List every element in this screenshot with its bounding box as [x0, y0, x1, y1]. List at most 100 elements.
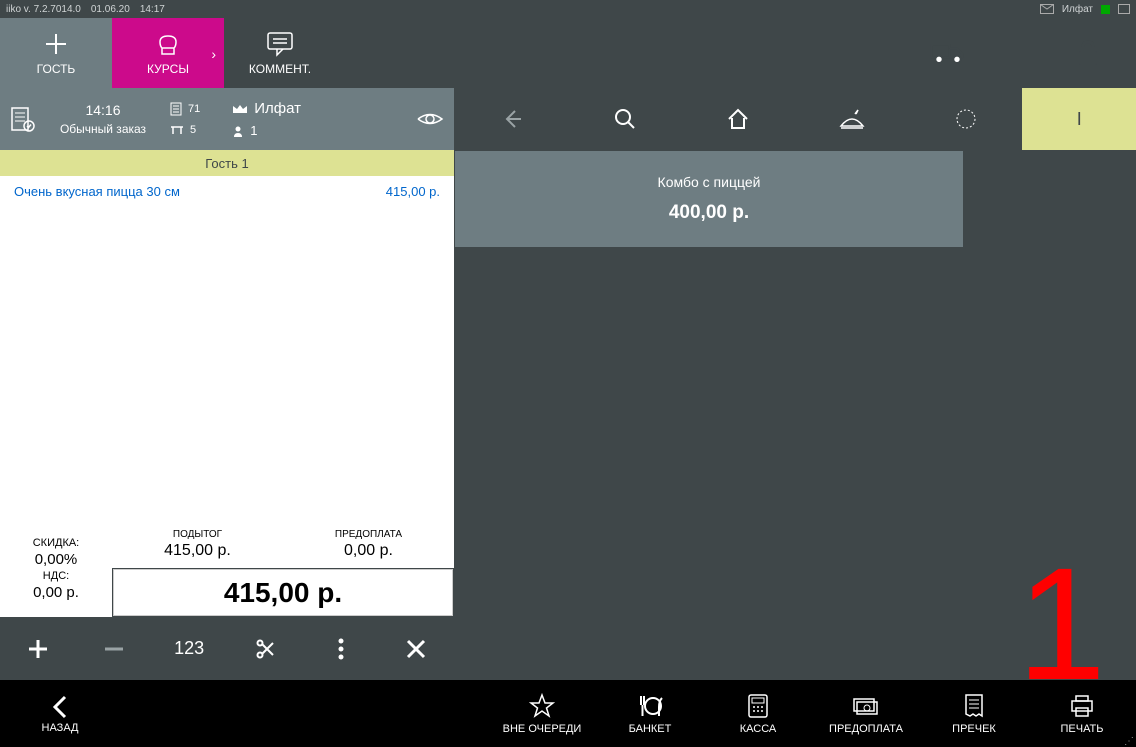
title-bar: iiko v. 7.2.7014.0 01.06.20 14:17 Илфат — [0, 0, 1136, 18]
menu-nav: I — [454, 88, 1136, 150]
nav-popular-button[interactable] — [795, 88, 909, 150]
person-icon — [232, 125, 244, 137]
order-type: Обычный заказ — [60, 122, 146, 136]
money-icon — [851, 693, 881, 719]
receipt-icon — [170, 102, 182, 116]
print-label: ПЕЧАТЬ — [1061, 723, 1104, 735]
plus-icon — [42, 30, 70, 58]
content-area: 14:16 Обычный заказ 71 5 Илфат 1 Гость 1… — [0, 88, 1136, 680]
menu-item-name: Комбо с пиццей — [658, 174, 761, 190]
subtotal-value: 415,00 р. — [164, 542, 231, 560]
order-line[interactable]: Очень вкусная пицца 30 см 415,00 р. — [0, 176, 454, 206]
guest-label: ГОСТЬ — [37, 62, 76, 76]
vat-value: 0,00 р. — [33, 584, 79, 601]
numpad-button[interactable]: 123 — [151, 617, 227, 680]
mail-icon[interactable] — [1040, 4, 1054, 14]
nav-home-button[interactable] — [681, 88, 795, 150]
guest-header[interactable]: Гость 1 — [0, 150, 454, 176]
priority-label: ВНЕ ОЧЕРЕДИ — [503, 723, 582, 735]
prepay-label: ПРЕДОПЛАТА — [829, 723, 903, 735]
receipt-number: 71 — [188, 103, 200, 115]
delivery-button[interactable] — [930, 35, 966, 71]
banquet-label: БАНКЕТ — [629, 723, 672, 735]
star-icon — [529, 693, 555, 719]
prepay-button[interactable]: ПРЕДОПЛАТА — [812, 693, 920, 735]
discount-box[interactable]: СКИДКА: 0,00% НДС: 0,00 р. — [0, 520, 112, 617]
discount-label: СКИДКА: — [33, 537, 80, 549]
nav-category-button[interactable]: I — [1022, 88, 1136, 150]
priority-button[interactable]: ВНЕ ОЧЕРЕДИ — [488, 693, 596, 735]
qty-minus-button[interactable] — [76, 617, 152, 680]
user-name: Илфат — [1062, 4, 1093, 15]
status-indicator-icon — [1101, 5, 1110, 14]
nav-search-button[interactable] — [568, 88, 682, 150]
view-button[interactable] — [416, 110, 444, 128]
comment-button[interactable]: КОММЕНТ. — [224, 18, 336, 88]
cash-button[interactable]: КАССА — [704, 693, 812, 735]
bottom-bar: НАЗАД ВНЕ ОЧЕРЕДИ БАНКЕТ КАССА ПРЕДОПЛАТ… — [0, 680, 1136, 747]
printer-icon — [1069, 693, 1095, 719]
prepay-box: ПРЕДОПЛАТА 0,00 р. — [283, 520, 454, 568]
guest-header-label: Гость 1 — [205, 156, 248, 171]
prepay-value: 0,00 р. — [344, 542, 393, 560]
courses-button[interactable]: КУРСЫ › — [112, 18, 224, 88]
app-version: iiko v. 7.2.7014.0 — [6, 4, 81, 15]
chevron-left-icon — [51, 694, 69, 720]
precheck-button[interactable]: ПРЕЧЕК — [920, 693, 1028, 735]
more-button[interactable] — [303, 617, 379, 680]
waiter-name: Илфат — [254, 100, 301, 117]
order-list-area[interactable] — [0, 206, 454, 520]
chef-hat-icon — [154, 30, 182, 58]
order-item-price: 415,00 р. — [386, 184, 440, 199]
delete-button[interactable] — [378, 617, 454, 680]
totals-panel: СКИДКА: 0,00% НДС: 0,00 р. ПОДЫТОГ 415,0… — [0, 520, 454, 617]
window-icon[interactable] — [1118, 4, 1130, 14]
grand-total: 415,00 р. — [224, 577, 342, 609]
chevron-right-icon: › — [211, 46, 216, 62]
cutlery-icon — [635, 693, 665, 719]
table-icon — [170, 124, 184, 136]
grand-total-box[interactable]: 415,00 р. — [113, 569, 453, 616]
print-button[interactable]: ПЕЧАТЬ — [1028, 693, 1136, 735]
lock-button[interactable] — [1070, 35, 1106, 71]
back-button[interactable]: НАЗАД — [0, 694, 120, 734]
crown-icon — [232, 103, 248, 115]
qty-plus-button[interactable] — [0, 617, 76, 680]
split-button[interactable] — [227, 617, 303, 680]
menu-item-price: 400,00 р. — [669, 202, 749, 224]
vat-label: НДС: — [43, 570, 69, 582]
precheck-label: ПРЕЧЕК — [952, 723, 996, 735]
resize-grip-icon[interactable]: ⋰ — [1124, 739, 1134, 745]
prepay-label: ПРЕДОПЛАТА — [335, 529, 402, 540]
system-time: 14:17 — [140, 4, 165, 15]
guest-button[interactable]: ГОСТЬ — [0, 18, 112, 88]
calculator-icon — [747, 693, 769, 719]
menu-button[interactable] — [1000, 35, 1036, 71]
table-number: 5 — [190, 124, 196, 136]
order-time: 14:16 — [85, 102, 120, 118]
courses-label: КУРСЫ — [147, 62, 189, 76]
discount-value: 0,00% — [35, 551, 78, 568]
nav-settings-button[interactable] — [909, 88, 1023, 150]
back-label: НАЗАД — [42, 722, 79, 734]
top-toolbar: ГОСТЬ КУРСЫ › КОММЕНТ. — [0, 18, 1136, 88]
comment-label: КОММЕНТ. — [249, 62, 311, 76]
cash-label: КАССА — [740, 723, 777, 735]
menu-grid: Комбо с пиццей 400,00 р. 1 — [454, 150, 1136, 680]
order-list-icon[interactable] — [10, 106, 36, 132]
subtotal-box: ПОДЫТОГ 415,00 р. — [112, 520, 283, 568]
nav-category-label: I — [1077, 109, 1082, 130]
system-date: 01.06.20 — [91, 4, 130, 15]
menu-item[interactable]: Комбо с пиццей 400,00 р. — [455, 151, 963, 247]
order-header: 14:16 Обычный заказ 71 5 Илфат 1 — [0, 88, 454, 150]
numpad-label: 123 — [174, 638, 204, 659]
banquet-button[interactable]: БАНКЕТ — [596, 693, 704, 735]
nav-back-button[interactable] — [454, 88, 568, 150]
menu-panel: I Комбо с пиццей 400,00 р. 1 — [454, 88, 1136, 680]
guest-count: 1 — [250, 123, 257, 138]
receipt-check-icon — [963, 693, 985, 719]
subtotal-label: ПОДЫТОГ — [173, 529, 222, 540]
order-item-name: Очень вкусная пицца 30 см — [14, 184, 180, 199]
order-panel: 14:16 Обычный заказ 71 5 Илфат 1 Гость 1… — [0, 88, 454, 680]
quantity-toolbar: 123 — [0, 617, 454, 680]
